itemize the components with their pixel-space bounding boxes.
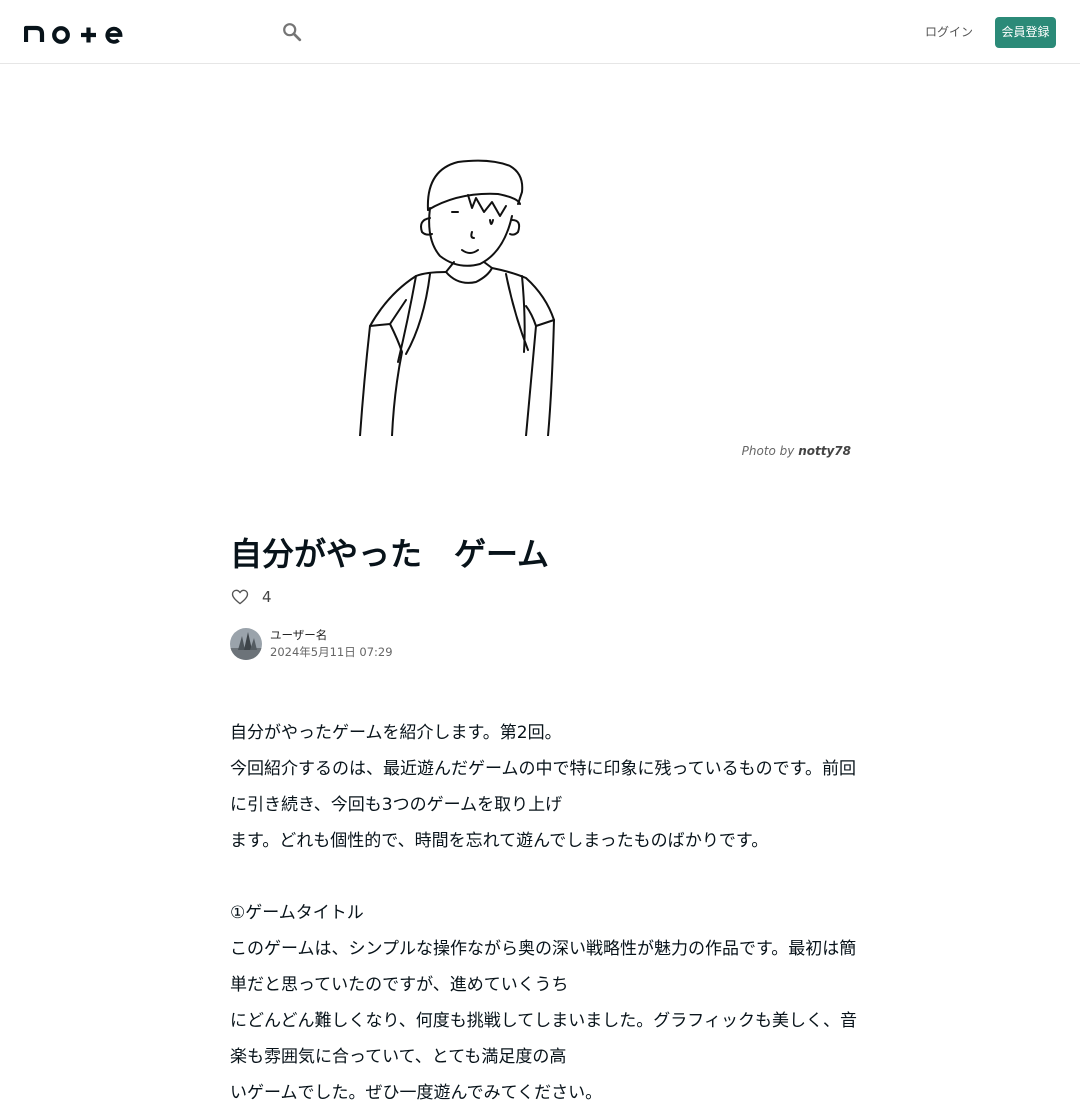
- note-logo-mark: [23, 25, 123, 44]
- like-area: 4: [230, 586, 272, 608]
- hero-image: [230, 100, 850, 436]
- author-name[interactable]: ユーザー名: [270, 627, 393, 643]
- top-bar: ログイン 会員登録: [0, 0, 1080, 64]
- photo-credit-author[interactable]: notty78: [798, 444, 851, 458]
- search-button[interactable]: [278, 18, 306, 46]
- signup-button[interactable]: 会員登録: [995, 17, 1056, 48]
- body-paragraph: いゲームでした。ぜひ一度遊んでみてください。: [230, 1083, 603, 1103]
- login-link[interactable]: ログイン: [924, 22, 974, 42]
- body-paragraph: 自分がやったゲームを紹介します。第2回。: [230, 723, 562, 743]
- like-count: 4: [262, 588, 272, 606]
- article-body: 自分がやったゲームを紹介します。第2回。 今回紹介するのは、最近遊んだゲームの中…: [230, 715, 860, 1111]
- article-title: 自分がやった ゲーム: [230, 535, 550, 573]
- avatar-image: [230, 628, 262, 660]
- body-heading: ①ゲームタイトル: [230, 903, 364, 923]
- post-date: 2024年5月11日 07:29: [270, 645, 393, 659]
- search-icon: [283, 23, 302, 42]
- body-paragraph: にどんどん難しくなり、何度も挑戦してしまいました。グラフィックも美しく、音楽も雰…: [230, 1011, 857, 1067]
- photo-credit: Photo by notty78: [742, 444, 851, 458]
- body-paragraph: 今回紹介するのは、最近遊んだゲームの中で特に印象に残っているものです。前回に引き…: [230, 759, 856, 815]
- hero-illustration: [359, 159, 555, 436]
- author-avatar[interactable]: [230, 628, 262, 660]
- body-paragraph: このゲームは、シンプルな操作ながら奥の深い戦略性が魅力の作品です。最初は簡単だと…: [230, 939, 857, 995]
- author-info: ユーザー名 2024年5月11日 07:29: [230, 627, 393, 661]
- body-paragraph: ます。どれも個性的で、時間を忘れて遊んでしまったものばかりです。: [230, 831, 769, 851]
- note-logo[interactable]: [23, 18, 124, 46]
- heart-icon[interactable]: [230, 587, 250, 607]
- photo-credit-prefix: Photo by: [741, 444, 799, 458]
